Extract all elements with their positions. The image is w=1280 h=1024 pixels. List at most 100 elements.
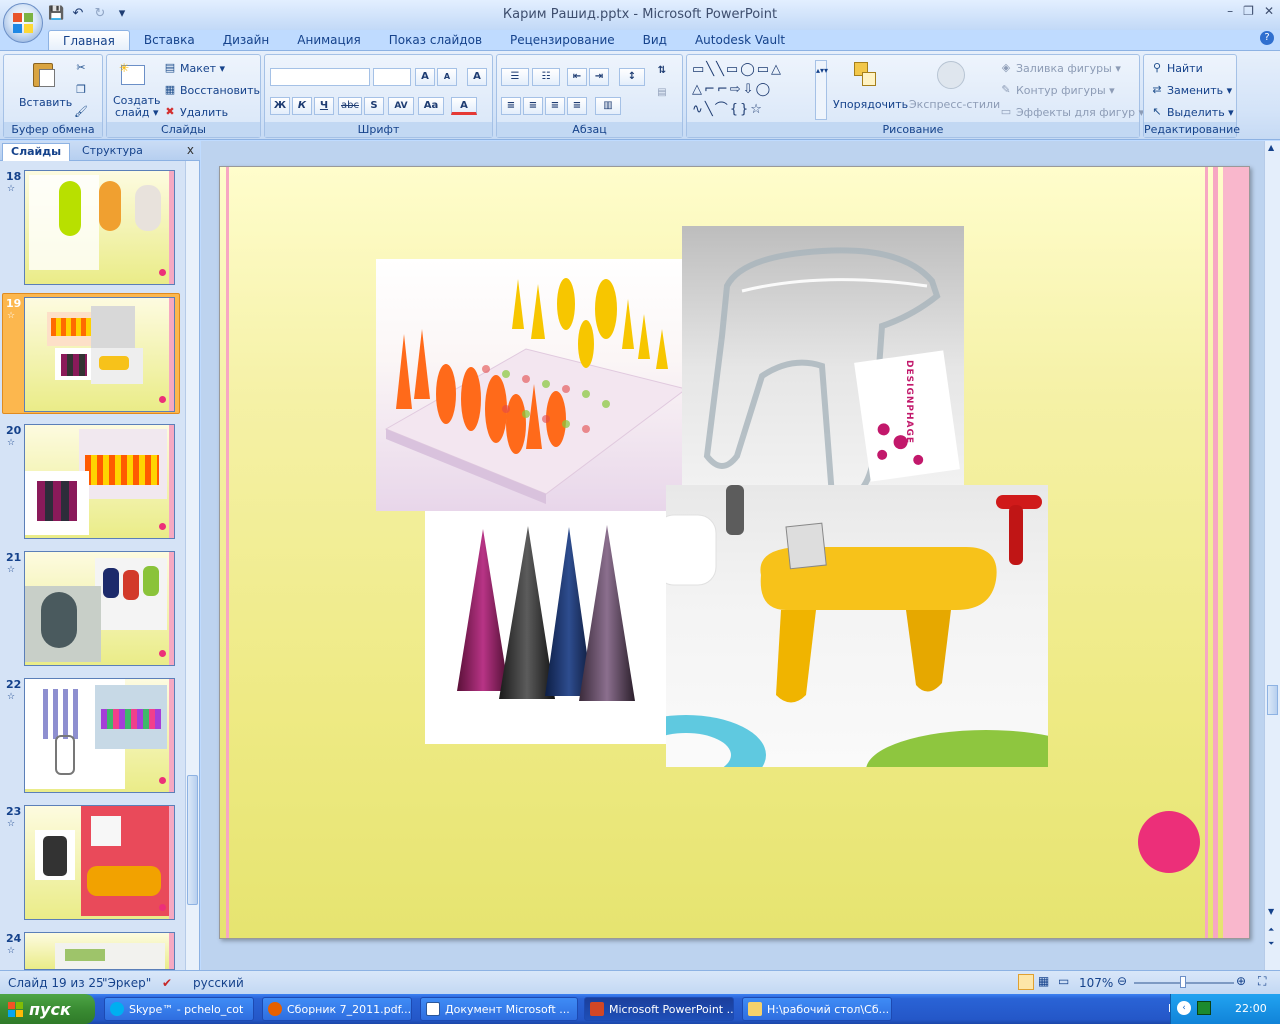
close-button[interactable]: ✕ — [1264, 4, 1274, 18]
tray-app-icon[interactable] — [1197, 1001, 1211, 1015]
zoom-out-icon[interactable]: ⊖ — [1117, 974, 1127, 988]
zoom-slider-thumb[interactable] — [1180, 976, 1186, 988]
change-case-button[interactable]: Aa — [418, 97, 444, 115]
panel-close-icon[interactable]: x — [187, 143, 194, 157]
panel-scrollbar[interactable] — [185, 161, 199, 970]
language-indicator[interactable]: русский — [193, 976, 244, 990]
line-spacing-icon[interactable]: ↕ — [619, 68, 645, 86]
shapes-gallery[interactable]: ▭╲╲▭◯▭△ △⌐⌐⇨⇩◯ ∿╲⌒{}☆ — [692, 60, 816, 120]
yellow-table-image[interactable] — [666, 485, 1048, 767]
taskbar-item-word[interactable]: Документ Microsoft ... — [420, 997, 578, 1021]
format-painter-icon[interactable]: 🖌 — [74, 105, 88, 119]
select-button[interactable]: ↖ Выделить ▾ — [1150, 105, 1233, 119]
tab-outline-panel[interactable]: Структура — [74, 143, 151, 161]
columns-icon[interactable]: ▥ — [595, 97, 621, 115]
arrange-button[interactable]: Упорядочить — [833, 98, 908, 111]
find-button[interactable]: ⚲ Найти — [1150, 61, 1203, 75]
layout-button[interactable]: ▤ Макет ▾ — [163, 61, 225, 75]
tab-view[interactable]: Вид — [629, 30, 681, 50]
prev-slide-icon[interactable]: ⏶ — [1268, 925, 1274, 935]
tab-slideshow[interactable]: Показ слайдов — [375, 30, 496, 50]
font-color-button[interactable]: A — [451, 97, 477, 115]
shape-outline-button[interactable]: ✎ Контур фигуры ▾ — [999, 83, 1114, 97]
scroll-down-icon[interactable]: ▼ — [1268, 907, 1274, 916]
underline-button[interactable]: Ч — [314, 97, 334, 115]
office-button[interactable] — [3, 3, 43, 43]
powerpoint-icon — [590, 1002, 604, 1016]
tab-slides-panel[interactable]: Слайды — [2, 143, 71, 161]
binoculars-icon: ⚲ — [1152, 61, 1162, 74]
minimize-button[interactable]: – — [1227, 4, 1233, 18]
slideshow-view-icon[interactable]: ▭ — [1058, 974, 1069, 988]
tab-review[interactable]: Рецензирование — [496, 30, 629, 50]
taskbar-item-skype[interactable]: Skype™ - pchelo_cot — [104, 997, 254, 1021]
slide-number: 24 — [6, 932, 22, 945]
fit-to-window-icon[interactable]: ⛶ — [1258, 974, 1266, 989]
spellcheck-icon[interactable]: ✔ — [162, 976, 172, 990]
quick-styles-button[interactable]: Экспресс-стили — [909, 98, 1000, 111]
shapes-row-2: △⌐⌐⇨⇩◯ — [692, 82, 773, 97]
align-text-icon[interactable]: ▤ — [652, 85, 672, 103]
delete-slide-button[interactable]: ✖ Удалить — [163, 105, 228, 119]
chess-set-image[interactable] — [376, 259, 688, 511]
transition-icon: ☆ — [7, 819, 16, 829]
shapes-scroll[interactable]: ▴▾▾ — [815, 60, 828, 120]
scroll-up-icon[interactable]: ▲ — [1268, 143, 1274, 152]
slide-sorter-icon[interactable]: ▦ — [1038, 974, 1049, 988]
zoom-level[interactable]: 107% — [1079, 976, 1113, 990]
replace-button[interactable]: ⇄ Заменить ▾ — [1150, 83, 1232, 97]
cut-icon[interactable]: ✂ — [74, 61, 88, 75]
cone-vases-image[interactable] — [425, 511, 670, 744]
taskbar-item-pdf[interactable]: Сборник 7_2011.pdf... — [262, 997, 412, 1021]
char-spacing-button[interactable]: AV — [388, 97, 414, 115]
increase-indent-icon[interactable]: ⇥ — [589, 68, 609, 86]
align-right-icon[interactable]: ≡ — [545, 97, 565, 115]
shape-fill-button[interactable]: ◈ Заливка фигуры ▾ — [999, 61, 1121, 75]
scrollbar-thumb[interactable] — [1267, 685, 1278, 715]
shadow-button[interactable]: S — [364, 97, 384, 115]
taskbar-item-folder[interactable]: H:\рабочий стол\Сб... — [742, 997, 892, 1021]
start-button[interactable]: пуск — [0, 994, 95, 1024]
tray-arrow-icon[interactable]: ‹ — [1177, 1001, 1191, 1015]
pink-circle-decoration[interactable] — [1138, 811, 1200, 873]
align-left-icon[interactable]: ≡ — [501, 97, 521, 115]
reset-button[interactable]: ▦ Восстановить — [163, 83, 260, 97]
tab-home[interactable]: Главная — [48, 30, 130, 50]
acrylic-magazine-stool-image[interactable]: DESIGNPHAGE — [682, 226, 964, 511]
shrink-font-button[interactable]: A — [437, 68, 457, 86]
restore-button[interactable]: ❐ — [1243, 4, 1254, 18]
italic-button[interactable]: К — [292, 97, 312, 115]
tab-insert[interactable]: Вставка — [130, 30, 209, 50]
paste-button[interactable]: Вставить — [19, 96, 72, 109]
taskbar-item-powerpoint[interactable]: Microsoft PowerPoint ... — [584, 997, 734, 1021]
copy-icon[interactable]: ❐ — [74, 83, 88, 97]
text-direction-icon[interactable]: ⇅ — [652, 63, 672, 81]
clear-format-button[interactable]: A — [467, 68, 487, 86]
system-tray: ‹ 22:00 — [1170, 994, 1280, 1024]
help-icon[interactable]: ? — [1260, 31, 1274, 45]
align-center-icon[interactable]: ≡ — [523, 97, 543, 115]
numbering-icon[interactable]: ☷ — [532, 68, 560, 86]
tab-autodesk-vault[interactable]: Autodesk Vault — [681, 30, 799, 50]
layout-icon: ▤ — [164, 61, 176, 74]
decrease-indent-icon[interactable]: ⇤ — [567, 68, 587, 86]
tab-design[interactable]: Дизайн — [209, 30, 284, 50]
panel-scrollbar-thumb[interactable] — [187, 775, 198, 905]
grow-font-button[interactable]: A — [415, 68, 435, 86]
vertical-scrollbar[interactable]: ▲ ▼ ⏶ ⏷ — [1264, 141, 1280, 970]
transition-icon: ☆ — [7, 184, 16, 194]
font-name-dropdown[interactable] — [270, 68, 370, 86]
zoom-in-icon[interactable]: ⊕ — [1236, 974, 1246, 988]
shape-effects-button[interactable]: ▭ Эффекты для фигур ▾ — [999, 105, 1144, 119]
thumbnail-image — [24, 297, 175, 412]
font-size-dropdown[interactable] — [373, 68, 411, 86]
bullets-icon[interactable]: ☰ — [501, 68, 529, 86]
next-slide-icon[interactable]: ⏷ — [1268, 939, 1274, 949]
new-slide-button[interactable]: Создать слайд ▾ — [113, 95, 161, 119]
bold-button[interactable]: Ж — [270, 97, 290, 115]
justify-icon[interactable]: ≡ — [567, 97, 587, 115]
normal-view-icon[interactable] — [1018, 974, 1034, 990]
slide-canvas[interactable]: DESIGNPHAGE — [219, 166, 1250, 939]
strikethrough-button[interactable]: abc — [338, 97, 362, 115]
tab-animation[interactable]: Анимация — [283, 30, 374, 50]
